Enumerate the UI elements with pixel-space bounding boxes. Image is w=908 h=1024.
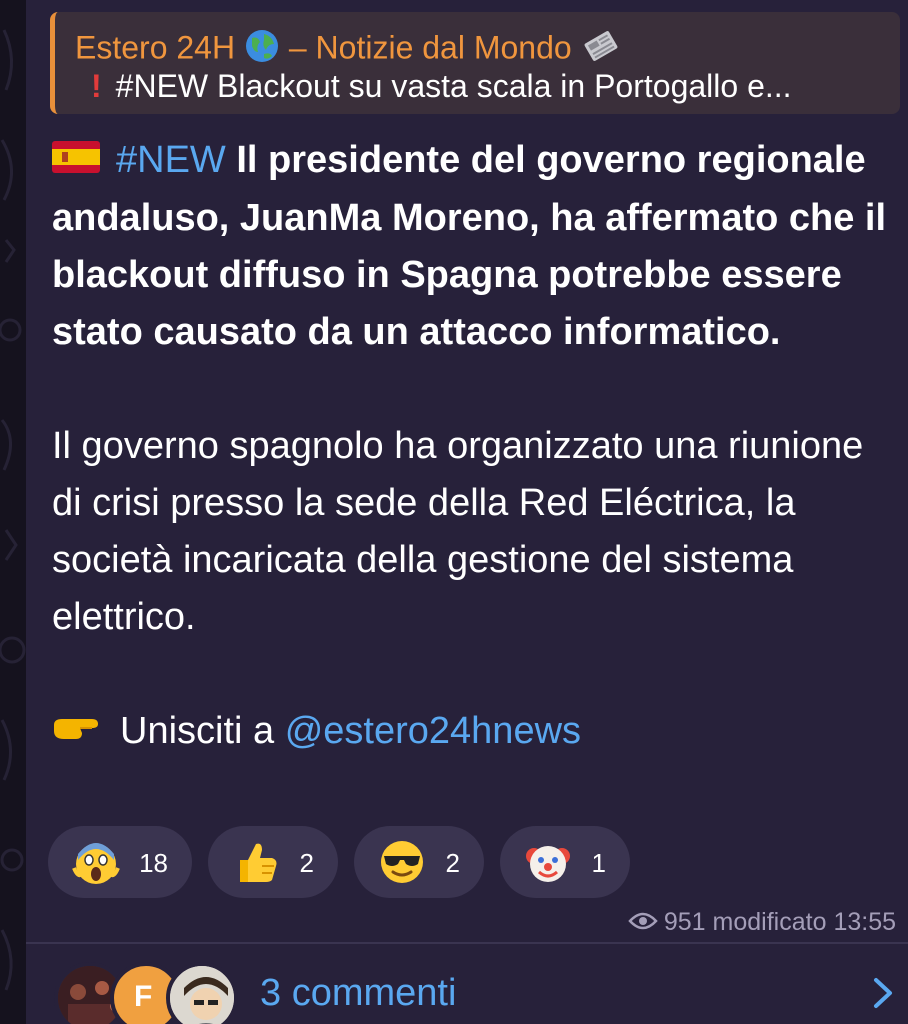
- sunglasses-face-icon: [381, 841, 423, 883]
- reaction-count: 1: [591, 848, 606, 878]
- reply-channel-name: Estero 24H: [75, 29, 236, 66]
- channel-link[interactable]: @estero24hnews: [285, 710, 581, 752]
- join-text: Unisciti a: [120, 710, 275, 753]
- reply-preview[interactable]: Estero 24H – Notizie dal Mondo ! #NEW Bl…: [50, 12, 900, 114]
- exclamation-icon: !: [91, 68, 102, 104]
- reply-quoted-text: ! #NEW Blackout su vasta scala in Portoga…: [91, 68, 792, 105]
- message-headline-paragraph: #NEW Il presidente del governo regionale…: [52, 132, 892, 361]
- hashtag-link[interactable]: #NEW: [116, 139, 226, 181]
- comments-row[interactable]: F 3 commenti: [26, 944, 908, 1024]
- reaction-count: 2: [445, 848, 460, 878]
- view-count: 951: [663, 908, 706, 936]
- avatar-initial: F: [134, 980, 153, 1013]
- message-text: #NEW Il presidente del governo regionale…: [52, 132, 892, 762]
- join-line: Unisciti a @estero24hnews: [52, 703, 892, 761]
- pointing-hand-icon: [52, 705, 102, 762]
- globe-icon: [244, 28, 280, 72]
- message-meta: 951 modificato 13:55: [628, 908, 896, 938]
- spain-flag-icon: [52, 133, 100, 190]
- newspaper-icon: [581, 26, 621, 74]
- reply-channel-subtitle: – Notizie dal Mondo: [288, 29, 572, 66]
- reply-channel-title: Estero 24H – Notizie dal Mondo: [75, 26, 621, 74]
- chevron-right-icon: [872, 976, 894, 1015]
- reaction-chip-clown[interactable]: 1: [500, 826, 630, 898]
- avatar: [166, 962, 238, 1024]
- reaction-chip-thumbs-up[interactable]: 2: [208, 826, 338, 898]
- edited-label: modificato: [712, 908, 827, 936]
- scream-face-icon: [72, 843, 120, 884]
- reaction-chip-sunglasses[interactable]: 2: [354, 826, 484, 898]
- reaction-count: 2: [299, 848, 314, 878]
- comments-count-label: 3 commenti: [260, 972, 457, 1014]
- clown-face-icon: [526, 846, 570, 882]
- chat-view: Estero 24H – Notizie dal Mondo ! #NEW Bl…: [0, 0, 908, 1024]
- eye-icon: [628, 909, 658, 938]
- reaction-count: 18: [139, 848, 168, 878]
- message-paragraph: Il governo spagnolo ha organizzato una r…: [52, 425, 864, 639]
- thumbs-up-icon: [240, 843, 277, 882]
- reply-quoted-label: #NEW Blackout su vasta scala in Portogal…: [115, 68, 792, 104]
- message-time: 13:55: [833, 908, 896, 936]
- reaction-chip-scream[interactable]: 18: [48, 826, 192, 898]
